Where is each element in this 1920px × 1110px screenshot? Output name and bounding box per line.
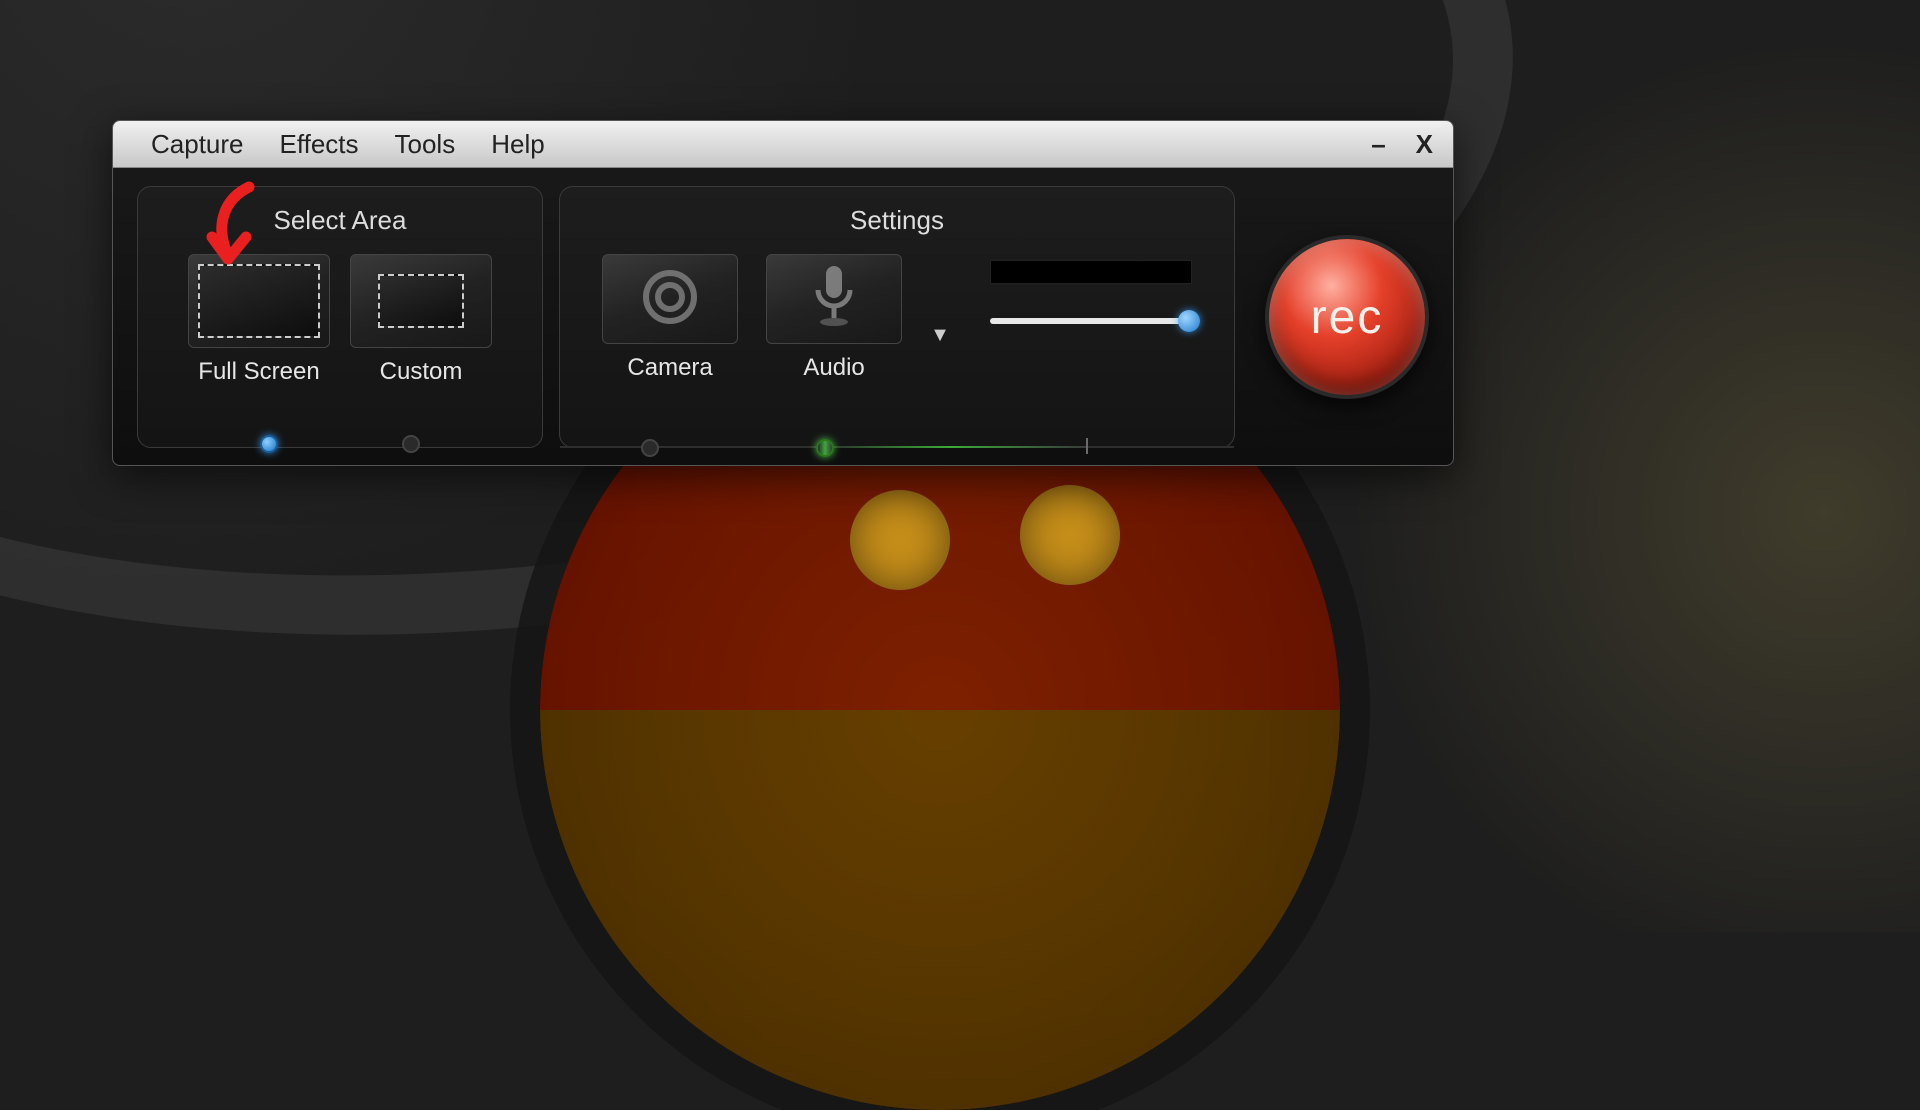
- camera-label: Camera: [627, 354, 712, 382]
- custom-indicator-dot: [402, 435, 420, 453]
- microphone-icon: [804, 262, 864, 337]
- custom-area-icon: [378, 274, 464, 328]
- settings-title: Settings: [582, 205, 1212, 236]
- audio-dropdown-icon[interactable]: ▼: [930, 324, 950, 347]
- volume-slider[interactable]: [990, 318, 1190, 324]
- audio-option: Audio: [766, 254, 902, 382]
- full-screen-icon: [198, 264, 320, 338]
- audio-label: Audio: [803, 354, 864, 382]
- select-area-indicators: [138, 435, 542, 453]
- camera-button[interactable]: [602, 254, 738, 344]
- window-body: Select Area Full Screen: [113, 168, 1453, 466]
- settings-panel: Settings Camera: [559, 186, 1235, 448]
- audio-controls: [990, 260, 1192, 324]
- record-button-label: rec: [1311, 290, 1384, 345]
- select-area-title: Select Area: [160, 205, 520, 236]
- camera-icon: [635, 267, 705, 332]
- menu-tools[interactable]: Tools: [377, 129, 474, 160]
- audio-track-tick: [1086, 438, 1088, 454]
- window-controls: – X: [1371, 129, 1443, 160]
- full-screen-indicator-dot: [260, 435, 278, 453]
- select-area-panel: Select Area Full Screen: [137, 186, 543, 448]
- audio-indicator-dot: [816, 439, 834, 457]
- custom-area-button[interactable]: [350, 254, 492, 348]
- full-screen-option: Full Screen: [188, 254, 330, 386]
- minimize-button[interactable]: –: [1371, 129, 1385, 160]
- camera-option: Camera: [602, 254, 738, 382]
- menu-capture[interactable]: Capture: [133, 129, 262, 160]
- record-button[interactable]: rec: [1265, 235, 1429, 399]
- titlebar: Capture Effects Tools Help – X: [113, 121, 1453, 168]
- full-screen-label: Full Screen: [198, 358, 319, 386]
- audio-level-meter: [990, 260, 1192, 284]
- camera-indicator-dot: [641, 439, 659, 457]
- custom-area-label: Custom: [380, 358, 463, 386]
- volume-slider-thumb[interactable]: [1178, 310, 1200, 332]
- close-button[interactable]: X: [1416, 129, 1433, 160]
- full-screen-button[interactable]: [188, 254, 330, 348]
- menu-effects[interactable]: Effects: [262, 129, 377, 160]
- recorder-window: Capture Effects Tools Help – X Select Ar…: [112, 120, 1454, 466]
- audio-button[interactable]: [766, 254, 902, 344]
- menu-help[interactable]: Help: [473, 129, 562, 160]
- settings-indicator-track: [560, 446, 1234, 448]
- custom-option: Custom: [350, 254, 492, 386]
